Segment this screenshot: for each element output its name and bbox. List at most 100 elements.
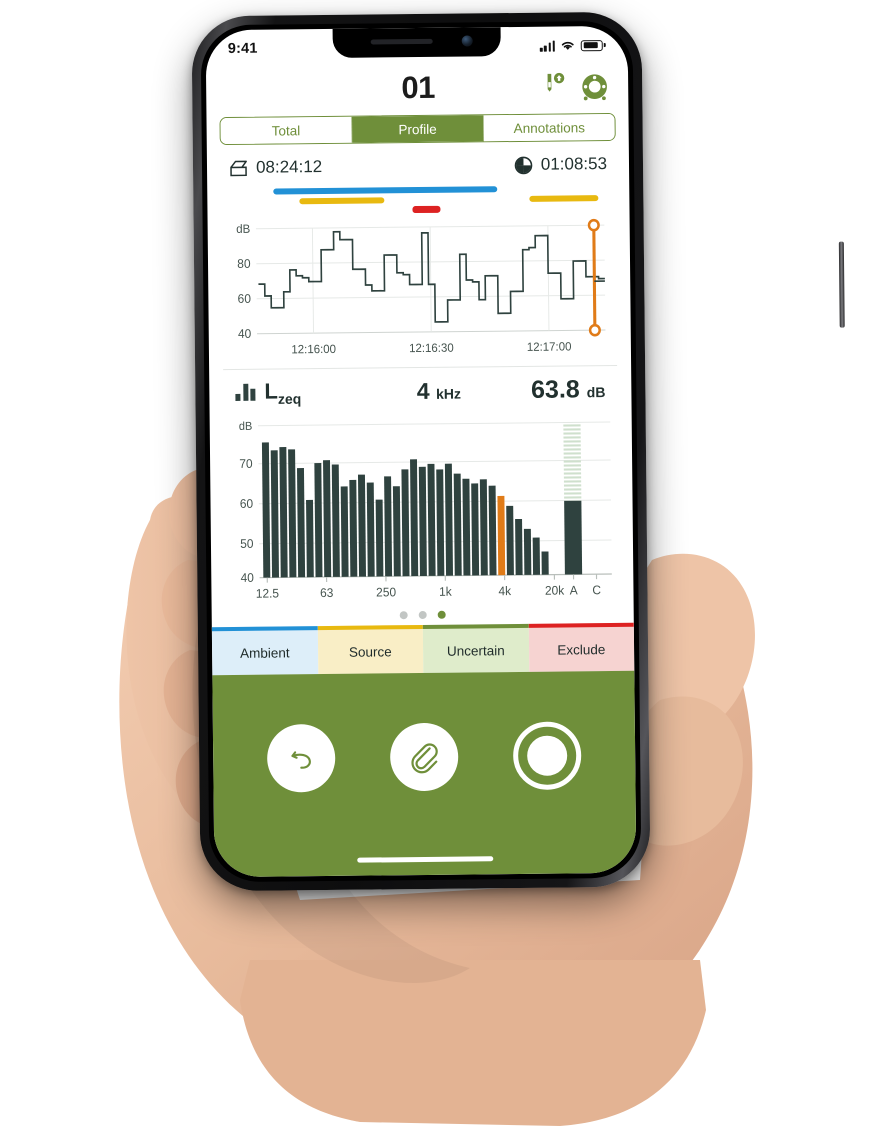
- annotation-bar-exclude[interactable]: [412, 205, 441, 214]
- spectrum-xtick: 20k: [545, 583, 565, 598]
- time-cursor-line: [592, 227, 597, 329]
- spectrum-bar[interactable]: [532, 537, 541, 575]
- spectrum-bar[interactable]: [401, 469, 410, 577]
- category-exclude[interactable]: Exclude: [528, 622, 635, 672]
- svg-text:12:16:00: 12:16:00: [291, 343, 336, 357]
- spectrum-bar[interactable]: [323, 460, 332, 578]
- category-ambient[interactable]: Ambient: [211, 626, 318, 676]
- spectrum-plot[interactable]: dB 70 60 50 40 12.5 63 250 1k 4k 20k A C: [220, 412, 624, 606]
- spectrum-bar[interactable]: [261, 442, 271, 578]
- spectrum-bar[interactable]: [541, 551, 549, 575]
- header-actions: [540, 70, 610, 102]
- home-indicator[interactable]: [357, 856, 494, 863]
- clapperboard-icon: [230, 160, 247, 176]
- spectrum-chart[interactable]: dB 70 60 50 40 12.5 63 250 1k 4k 20k A C: [220, 412, 624, 606]
- undo-button[interactable]: [266, 723, 336, 793]
- undo-arrow-icon: [290, 751, 311, 769]
- spectrum-bar[interactable]: [479, 479, 488, 576]
- spectrum-bar[interactable]: [331, 464, 340, 577]
- spectrum-bar[interactable]: [349, 479, 358, 577]
- paperclip-icon: [411, 743, 438, 774]
- spectrum-bar[interactable]: [306, 499, 314, 578]
- metric-label: Lzeq: [264, 378, 302, 407]
- bar-chart-icon: [235, 384, 256, 402]
- record-button[interactable]: [513, 721, 582, 791]
- screenshot-stage: 9:41 01 Total Profile Annotations 08:24:…: [0, 0, 875, 1128]
- level-readout: 63.8 dB: [530, 374, 606, 404]
- power-button[interactable]: [838, 241, 845, 328]
- annotation-categories[interactable]: Ambient Source Uncertain Exclude: [211, 622, 635, 676]
- tab-total[interactable]: Total: [220, 116, 353, 145]
- notch: [332, 27, 501, 58]
- spectrum-xtick: 1k: [439, 584, 453, 598]
- spectrum-bar[interactable]: [392, 486, 401, 577]
- page-dot-3[interactable]: [437, 610, 446, 619]
- times-row: 08:24:12 01:08:53: [229, 151, 607, 181]
- spectrum-bar[interactable]: [357, 474, 367, 577]
- spectrum-bar[interactable]: [296, 468, 306, 578]
- svg-text:12:17:00: 12:17:00: [527, 340, 572, 354]
- spectrum-bar[interactable]: [270, 450, 279, 578]
- spectrum-xtick: 12.5: [256, 586, 280, 601]
- annotation-bar-source-2[interactable]: [529, 195, 599, 202]
- app-header: 01: [206, 64, 628, 114]
- spectrum-bar[interactable]: [288, 449, 297, 578]
- status-time: 9:41: [227, 40, 258, 58]
- spectrum-bar[interactable]: [488, 485, 497, 576]
- phone-device: 9:41 01 Total Profile Annotations 08:24:…: [191, 11, 845, 892]
- annotation-bar-source-1[interactable]: [299, 197, 385, 205]
- tab-profile[interactable]: Profile: [352, 115, 485, 143]
- spectrum-bar-selected[interactable]: [497, 495, 506, 576]
- cellular-bars-icon: [540, 40, 556, 52]
- page-dot-1[interactable]: [399, 611, 408, 620]
- svg-text:70: 70: [239, 457, 253, 471]
- spectrum-xtick: A: [570, 583, 579, 597]
- svg-text:dB: dB: [239, 421, 253, 433]
- spectrum-bar[interactable]: [453, 473, 462, 576]
- spectrum-bar[interactable]: [436, 469, 445, 576]
- view-tabs[interactable]: Total Profile Annotations: [219, 112, 616, 146]
- record-circle-icon: [527, 735, 568, 776]
- category-uncertain[interactable]: Uncertain: [422, 623, 529, 673]
- svg-text:60: 60: [240, 497, 254, 511]
- phone-bezel: 9:41 01 Total Profile Annotations 08:24:…: [200, 20, 642, 883]
- svg-text:12:16:30: 12:16:30: [409, 341, 454, 355]
- spectrum-bar[interactable]: [515, 518, 523, 576]
- category-ambient-label: Ambient: [240, 644, 290, 661]
- spectrum-bar[interactable]: [462, 478, 471, 576]
- time-history-chart[interactable]: dB 80 60 40 12:16:00 12:16:30 12:17:00: [218, 213, 622, 363]
- spectrum-bar[interactable]: [506, 505, 514, 576]
- front-camera: [461, 35, 473, 47]
- weighting-bar-A[interactable]: [564, 500, 583, 575]
- attach-button[interactable]: [389, 722, 459, 792]
- spectrum-header-row: Lzeq 4 kHz 63.8 dB: [209, 366, 631, 416]
- earpiece-speaker: [370, 38, 433, 45]
- tab-annotations[interactable]: Annotations: [483, 113, 615, 142]
- spectrum-bar[interactable]: [340, 486, 349, 577]
- spectrum-bar[interactable]: [418, 466, 427, 577]
- spectrum-bar[interactable]: [444, 463, 454, 576]
- duration-value: 01:08:53: [540, 154, 608, 174]
- spectrum-bar[interactable]: [471, 483, 480, 576]
- calibration-ring-icon[interactable]: [579, 70, 610, 101]
- measurement-time-item: 08:24:12: [229, 157, 322, 178]
- spectrum-bar[interactable]: [279, 447, 288, 578]
- microphone-upload-icon[interactable]: [540, 71, 566, 101]
- time-history-plot[interactable]: dB 80 60 40 12:16:00 12:16:30 12:17:00: [218, 213, 622, 363]
- spectrum-bar[interactable]: [427, 463, 436, 576]
- spectrum-bar[interactable]: [410, 459, 419, 577]
- spectrum-xtick: 250: [376, 585, 396, 600]
- spectrum-metric[interactable]: Lzeq: [235, 377, 383, 407]
- spectrum-bar[interactable]: [523, 528, 532, 575]
- annotation-bar-ambient[interactable]: [273, 186, 498, 195]
- spectrum-bar[interactable]: [366, 482, 375, 577]
- category-source[interactable]: Source: [317, 624, 424, 675]
- spectrum-bar[interactable]: [384, 476, 393, 577]
- wifi-icon: [562, 41, 575, 50]
- category-uncertain-label: Uncertain: [446, 642, 505, 659]
- svg-text:50: 50: [240, 537, 254, 551]
- spectrum-bar[interactable]: [375, 499, 384, 577]
- svg-text:40: 40: [238, 327, 252, 341]
- spectrum-bar[interactable]: [314, 463, 323, 578]
- page-dot-2[interactable]: [418, 610, 427, 620]
